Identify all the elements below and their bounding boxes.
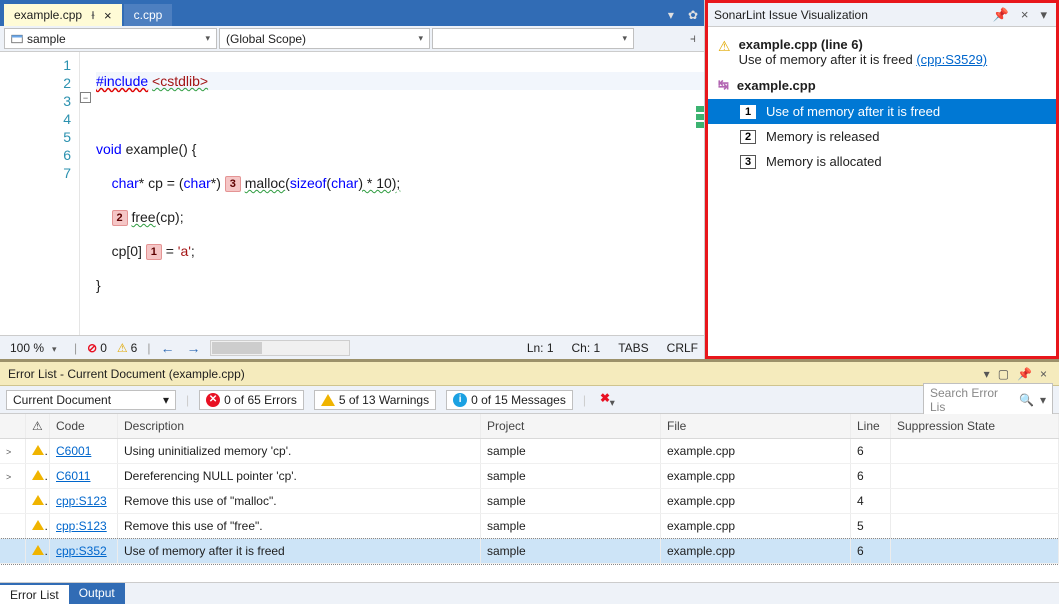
chevron-down-icon: ▾ (410, 33, 423, 44)
project-icon (11, 33, 23, 45)
tab-label: c.cpp (134, 8, 163, 22)
sonarlint-panel: SonarLint Issue Visualization 📌 × ▾ ⚠ ex… (705, 0, 1059, 359)
editor-nav-bar: sample▾ (Global Scope)▾ ▾ ⫞ (0, 26, 704, 52)
step-text: Memory is released (766, 129, 879, 144)
chevron-down-icon: ▾ (614, 33, 627, 44)
close-icon[interactable]: × (104, 8, 112, 23)
nav-fwd-icon[interactable]: → (186, 340, 200, 356)
expand-icon[interactable]: > (6, 447, 11, 457)
scope-combo[interactable]: (Global Scope)▾ (219, 28, 430, 49)
fold-column: − (80, 52, 96, 335)
error-count[interactable]: ⊘0 (87, 341, 107, 355)
cursor-line: Ln: 1 (527, 341, 554, 355)
error-row[interactable]: cpp:S123Remove this use of "free".sample… (0, 514, 1059, 539)
errors-filter-pill[interactable]: ✕0 of 65 Errors (199, 390, 304, 410)
step-number: 3 (740, 155, 756, 169)
editor-tab-bar: example.cpp × c.cpp ▾ ✿ (0, 0, 704, 26)
line-ending[interactable]: CRLF (667, 341, 698, 355)
function-combo[interactable]: ▾ (432, 28, 634, 49)
warning-icon (32, 445, 44, 455)
pin-icon[interactable]: 📌 (990, 7, 1012, 23)
bottom-tab-strip: Error List Output (0, 582, 1059, 604)
split-icon[interactable]: ⫞ (686, 27, 700, 50)
error-list-toolbar: Current Document▾ | ✕0 of 65 Errors 5 of… (0, 386, 1059, 414)
messages-filter-pill[interactable]: i0 of 15 Messages (446, 390, 573, 410)
overview-ruler[interactable] (696, 52, 704, 335)
error-row[interactable]: >C6011Dereferencing NULL pointer 'cp'.sa… (0, 464, 1059, 489)
error-code-link[interactable]: C6001 (56, 444, 91, 458)
horizontal-scrollbar[interactable] (210, 340, 350, 356)
flow-section: ↹ example.cpp (708, 71, 1056, 99)
pin-icon[interactable]: 📌 (1013, 367, 1036, 381)
clear-filter-icon[interactable]: ✖▾ (596, 387, 619, 412)
rule-link[interactable]: (cpp:S3529) (916, 52, 987, 67)
close-icon[interactable]: × (1036, 367, 1051, 381)
step-number: 2 (740, 130, 756, 144)
warning-icon (32, 545, 44, 555)
tab-example[interactable]: example.cpp × (4, 4, 122, 26)
error-row[interactable]: >C6001Using uninitialized memory 'cp'.sa… (0, 439, 1059, 464)
expand-icon[interactable]: > (6, 472, 11, 482)
sonarlint-titlebar: SonarLint Issue Visualization 📌 × ▾ (708, 3, 1056, 27)
warning-icon (32, 495, 44, 505)
scope-filter-combo[interactable]: Current Document▾ (6, 390, 176, 410)
tab-label: example.cpp (14, 8, 82, 22)
search-input[interactable]: Search Error Lis🔍▾ (923, 383, 1053, 417)
cursor-char: Ch: 1 (572, 341, 601, 355)
pin-icon[interactable] (88, 10, 98, 20)
zoom-combo[interactable]: 100 %▾ (6, 340, 64, 356)
issue-message: Use of memory after it is freed (739, 52, 913, 67)
issue-header: ⚠ example.cpp (line 6) Use of memory aft… (708, 33, 1056, 71)
chevron-down-icon: ▾ (197, 33, 210, 44)
error-code-link[interactable]: C6011 (56, 469, 90, 483)
step-number: 1 (740, 105, 756, 119)
step-list: 1 Use of memory after it is freed 2 Memory … (708, 99, 1056, 174)
warning-icon (32, 520, 44, 530)
error-code-link[interactable]: cpp:S123 (56, 519, 107, 533)
editor-status-bar: 100 %▾ | ⊘0 ⚠6 | ←→ Ln: 1 Ch: 1 TABS CRL… (0, 335, 704, 359)
window-position-icon[interactable]: ▢ (994, 367, 1013, 381)
issue-location: example.cpp (line 6) (739, 37, 863, 52)
warnings-filter-pill[interactable]: 5 of 13 Warnings (314, 390, 436, 410)
error-code-link[interactable]: cpp:S352 (56, 544, 107, 558)
error-code-link[interactable]: cpp:S123 (56, 494, 107, 508)
indent-mode[interactable]: TABS (618, 341, 648, 355)
step-row[interactable]: 1 Use of memory after it is freed (708, 99, 1056, 124)
tab-error-list[interactable]: Error List (0, 583, 69, 604)
flow-icon: ↹ (718, 77, 729, 93)
step-marker-2[interactable]: 2 (112, 210, 128, 226)
step-marker-3[interactable]: 3 (225, 176, 241, 192)
chevron-down-icon[interactable]: ▾ (1037, 7, 1050, 23)
nav-back-icon[interactable]: ← (160, 340, 174, 356)
error-list-titlebar: Error List - Current Document (example.c… (0, 362, 1059, 386)
warning-count[interactable]: ⚠6 (117, 341, 137, 355)
warning-icon: ⚠ (718, 38, 731, 55)
grid-header[interactable]: ⚠ Code Description Project File Line Sup… (0, 414, 1059, 439)
tab-c[interactable]: c.cpp (124, 4, 173, 26)
close-icon[interactable]: × (1018, 7, 1032, 22)
step-row[interactable]: 2 Memory is released (708, 124, 1056, 149)
code-editor[interactable]: 1234567 − #include <cstdlib> void exampl… (0, 52, 704, 335)
line-gutter: 1234567 (0, 52, 80, 335)
error-list-panel: Error List - Current Document (example.c… (0, 359, 1059, 582)
gear-icon[interactable]: ✿ (682, 4, 704, 26)
step-text: Memory is allocated (766, 154, 882, 169)
tab-output[interactable]: Output (69, 583, 125, 604)
step-marker-1[interactable]: 1 (146, 244, 162, 260)
step-text: Use of memory after it is freed (766, 104, 940, 119)
fold-toggle[interactable]: − (80, 92, 91, 103)
namespace-combo[interactable]: sample▾ (4, 28, 217, 49)
warning-icon (32, 470, 44, 480)
editor-pane: example.cpp × c.cpp ▾ ✿ sample▾ (Global … (0, 0, 705, 359)
error-row[interactable]: cpp:S123Remove this use of "malloc".samp… (0, 489, 1059, 514)
error-row[interactable]: cpp:S352Use of memory after it is freeds… (0, 539, 1059, 564)
severity-icon: ⚠ (26, 414, 50, 438)
error-grid: ⚠ Code Description Project File Line Sup… (0, 414, 1059, 582)
step-row[interactable]: 3 Memory is allocated (708, 149, 1056, 174)
chevron-down-icon[interactable]: ▾ (980, 367, 994, 381)
chevron-down-icon[interactable]: ▾ (662, 4, 680, 26)
code-content[interactable]: #include <cstdlib> void example() { char… (96, 52, 704, 335)
